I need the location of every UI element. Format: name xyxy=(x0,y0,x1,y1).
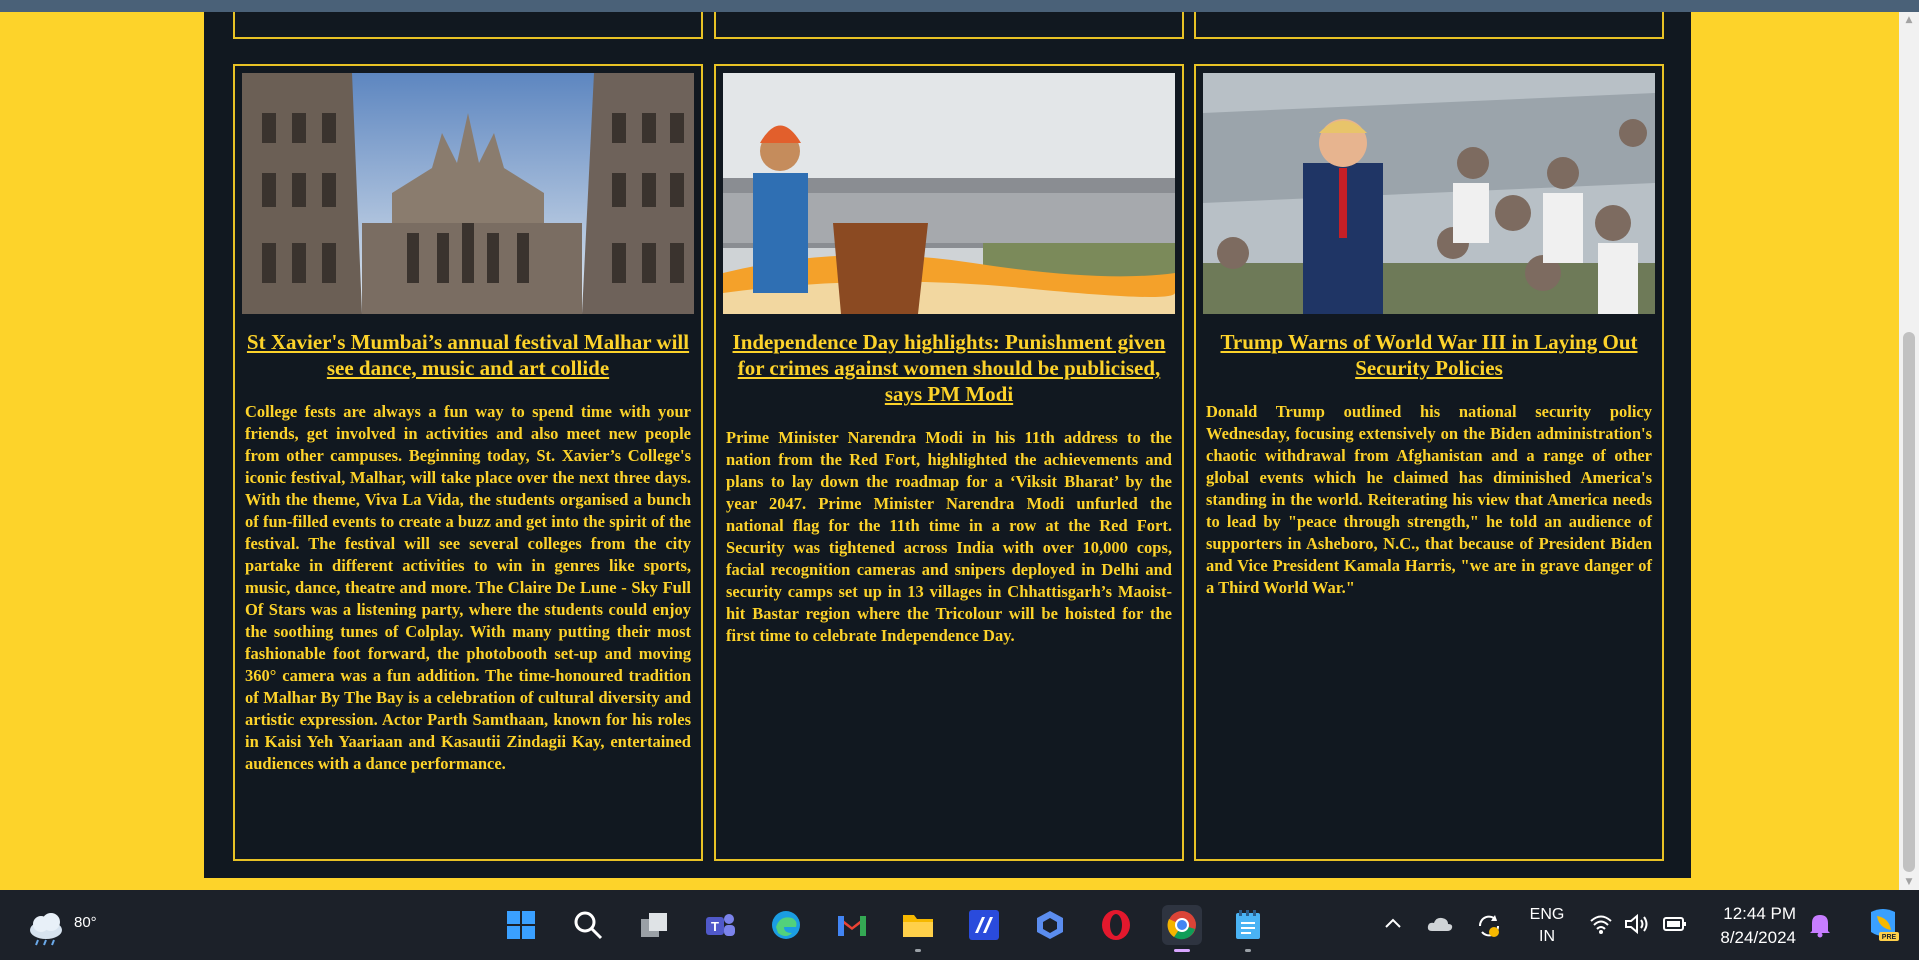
trump-rally-image[interactable] xyxy=(1203,73,1655,314)
weather-temperature: 80° xyxy=(74,914,97,931)
sync-icon[interactable] xyxy=(1475,912,1503,945)
article-title-link[interactable]: Independence Day highlights: Punishment … xyxy=(724,329,1174,407)
gmail-icon[interactable] xyxy=(832,905,872,945)
weather-widget[interactable]: 80° xyxy=(26,902,97,948)
language-code: ENG xyxy=(1529,906,1565,923)
language-indicator[interactable]: ENG IN xyxy=(1525,904,1569,948)
chevron-up-icon[interactable] xyxy=(1383,912,1403,941)
onedrive-cloud-icon[interactable] xyxy=(1426,912,1454,941)
battery-icon[interactable] xyxy=(1662,912,1688,941)
scroll-down-arrow-icon[interactable]: ▼ xyxy=(1899,874,1919,890)
teams-icon[interactable]: T xyxy=(700,905,740,945)
page-scrollbar[interactable]: ▲ ▼ xyxy=(1899,12,1919,890)
running-indicator xyxy=(915,949,921,952)
edge-icon[interactable] xyxy=(766,905,806,945)
news-panel: St Xavier's Mumbai’s annual festival Mal… xyxy=(204,12,1691,878)
article-body: Donald Trump outlined his national secur… xyxy=(1206,402,1652,597)
notification-bell-icon[interactable] xyxy=(1808,912,1832,943)
scroll-up-arrow-icon[interactable]: ▲ xyxy=(1899,12,1919,28)
search-icon[interactable] xyxy=(568,905,608,945)
scroll-thumb[interactable] xyxy=(1903,332,1915,872)
clock-time: 12:44 PM xyxy=(1723,904,1796,923)
copilot-icon[interactable] xyxy=(1030,905,1070,945)
opera-icon[interactable] xyxy=(1096,905,1136,945)
system-clock[interactable]: 12:44 PM 8/24/2024 xyxy=(1706,902,1796,950)
clock-date: 8/24/2024 xyxy=(1720,928,1796,947)
notepad-icon[interactable] xyxy=(1228,905,1268,952)
wifi-icon[interactable] xyxy=(1589,912,1613,941)
language-region: IN xyxy=(1539,928,1555,945)
independence-day-image[interactable] xyxy=(723,73,1175,314)
article-title-link[interactable]: Trump Warns of World War III in Laying O… xyxy=(1204,329,1654,381)
svg-text:PRE: PRE xyxy=(1882,934,1897,941)
start-icon[interactable] xyxy=(501,905,541,945)
news-card: St Xavier's Mumbai’s annual festival Mal… xyxy=(233,64,703,861)
article-body: Prime Minister Narendra Modi in his 11th… xyxy=(726,428,1172,645)
news-card: Trump Warns of World War III in Laying O… xyxy=(1194,64,1664,861)
chrome-icon[interactable] xyxy=(1162,905,1202,952)
file-explorer-icon[interactable] xyxy=(898,905,938,952)
article-title-link[interactable]: St Xavier's Mumbai’s annual festival Mal… xyxy=(243,329,693,381)
browser-top-strip xyxy=(0,0,1919,12)
task-view-icon[interactable] xyxy=(634,905,674,945)
svg-text:T: T xyxy=(711,919,719,934)
copilot-pre-icon[interactable]: PRE xyxy=(1865,906,1901,947)
windows-taskbar: 80° T ENG IN 12:44 PM 8/24/2024 PRE xyxy=(0,890,1919,960)
cloud-icon xyxy=(30,913,62,946)
previous-card-bottom xyxy=(1194,12,1664,39)
active-indicator xyxy=(1174,949,1190,952)
article-body: College fests are always a fun way to sp… xyxy=(245,402,691,773)
previous-card-bottom xyxy=(714,12,1184,39)
running-indicator xyxy=(1245,949,1251,952)
news-card: Independence Day highlights: Punishment … xyxy=(714,64,1184,861)
college-building-image[interactable] xyxy=(242,73,694,314)
previous-card-bottom xyxy=(233,12,703,39)
volume-icon[interactable] xyxy=(1624,912,1650,941)
app-icon[interactable] xyxy=(964,905,1004,945)
